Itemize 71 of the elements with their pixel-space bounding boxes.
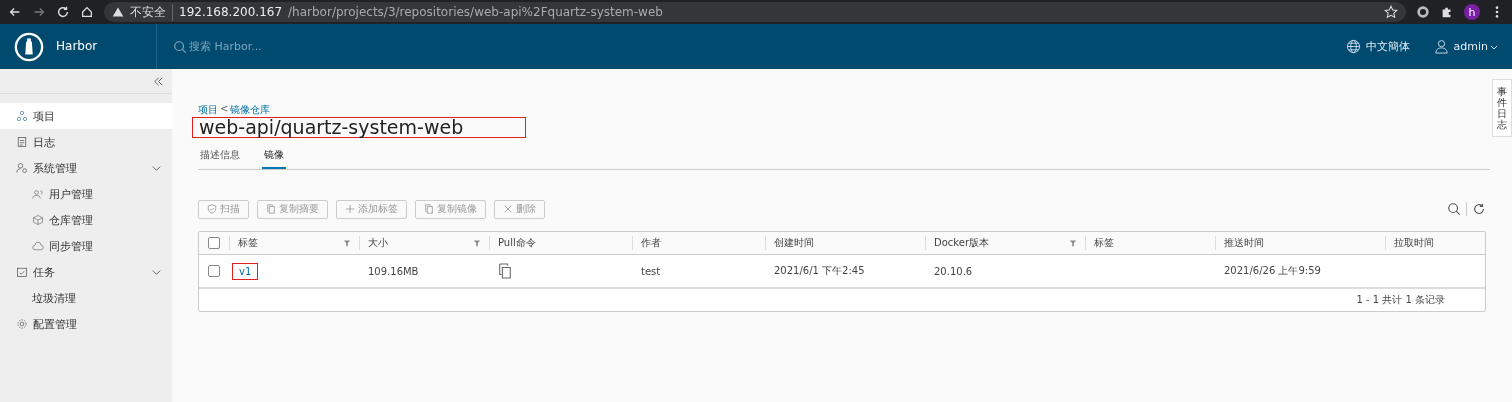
filter-icon[interactable] (473, 239, 481, 247)
warning-icon (112, 6, 124, 18)
column-header[interactable]: Docker版本 (934, 236, 989, 250)
copy-icon (424, 204, 434, 214)
sidebar-item[interactable]: 垃圾清理 (0, 285, 172, 311)
search-icon[interactable] (1447, 202, 1461, 216)
language-menu[interactable]: 中文簡体 (1365, 39, 1410, 54)
user-icon (16, 162, 28, 174)
breadcrumb-link[interactable]: 镜像仓库 (230, 103, 271, 117)
sidebar-item[interactable]: 配置管理 (0, 311, 172, 337)
back-icon[interactable] (8, 5, 22, 19)
breadcrumb-link[interactable]: 项目 (198, 103, 218, 117)
select-all-checkbox[interactable] (208, 237, 220, 249)
refresh-icon[interactable] (1472, 202, 1486, 216)
cloud-icon (32, 240, 44, 252)
column-header[interactable]: 创建时间 (774, 236, 814, 250)
user-menu[interactable]: admin (1453, 40, 1488, 53)
star-icon[interactable] (1384, 5, 1398, 19)
settings-icon (16, 318, 28, 330)
search-icon[interactable] (173, 39, 187, 54)
record-count: 1 - 1 共计 1 条记录 (1356, 293, 1445, 307)
table-cell: 20.10.6 (934, 265, 973, 277)
profile-avatar[interactable]: h (1464, 4, 1480, 20)
document-icon (16, 136, 28, 148)
address-bar[interactable]: 不安全 192.168.200.167 /harbor/projects/3/repositories/web-api%2Fquartz-system-web (104, 2, 1406, 22)
sidebar-item[interactable]: 系统管理 (0, 155, 172, 181)
column-header[interactable]: 拉取时间 (1394, 236, 1434, 250)
tag-link[interactable]: v1 (232, 262, 259, 280)
search-field[interactable]: 搜索 Harbor... (187, 40, 391, 53)
sidebar-item[interactable]: 用户管理 (0, 181, 172, 207)
table-cell: 109.16MB (368, 265, 419, 277)
copy-icon[interactable] (498, 263, 512, 279)
shield-icon (207, 204, 217, 214)
close-icon (503, 204, 513, 214)
nodes-icon (16, 110, 28, 122)
filter-icon[interactable] (1069, 239, 1077, 247)
sidebar-item[interactable]: 项目 (0, 103, 172, 129)
sidebar-item[interactable]: 同步管理 (0, 233, 172, 259)
table-cell: 2021/6/26 上午9:59 (1224, 264, 1321, 278)
filter-icon[interactable] (343, 239, 351, 247)
lighthouse-logo[interactable] (14, 31, 44, 62)
column-header[interactable]: 大小 (368, 236, 388, 250)
sidebar-item[interactable]: 任务 (0, 259, 172, 285)
table-cell: 2021/6/1 下午2:45 (774, 264, 865, 278)
cube-icon (32, 214, 44, 226)
side-tab[interactable]: 事件日志 (1492, 79, 1512, 137)
tab[interactable]: 描述信息 (198, 144, 242, 169)
table-cell: test (641, 265, 661, 277)
column-header[interactable]: 作者 (641, 236, 661, 250)
breadcrumb-separator: < (220, 103, 229, 116)
plus-icon (345, 204, 355, 214)
tab[interactable]: 镜像 (262, 144, 286, 169)
row-checkbox[interactable] (208, 265, 220, 277)
column-header[interactable]: 标签 (1094, 236, 1114, 250)
home-icon[interactable] (80, 5, 94, 19)
column-header[interactable]: Pull命令 (498, 236, 536, 250)
sidebar-item[interactable]: 日志 (0, 129, 172, 155)
checklist-icon (16, 266, 28, 278)
ring-icon[interactable] (1416, 5, 1430, 19)
users-icon (32, 188, 44, 200)
puzzle-icon[interactable] (1440, 5, 1454, 19)
column-header[interactable]: 推送时间 (1224, 236, 1264, 250)
reload-icon[interactable] (56, 5, 70, 19)
copy-icon (266, 204, 276, 214)
collapse-icon[interactable] (153, 75, 164, 87)
user-icon[interactable] (1433, 39, 1449, 54)
column-header[interactable]: 标签 (238, 236, 258, 250)
forward-icon[interactable] (32, 5, 46, 19)
page-title: web-api/quartz-system-web (192, 117, 526, 138)
globe-icon[interactable] (1345, 39, 1361, 54)
sidebar-item[interactable]: 仓库管理 (0, 207, 172, 233)
